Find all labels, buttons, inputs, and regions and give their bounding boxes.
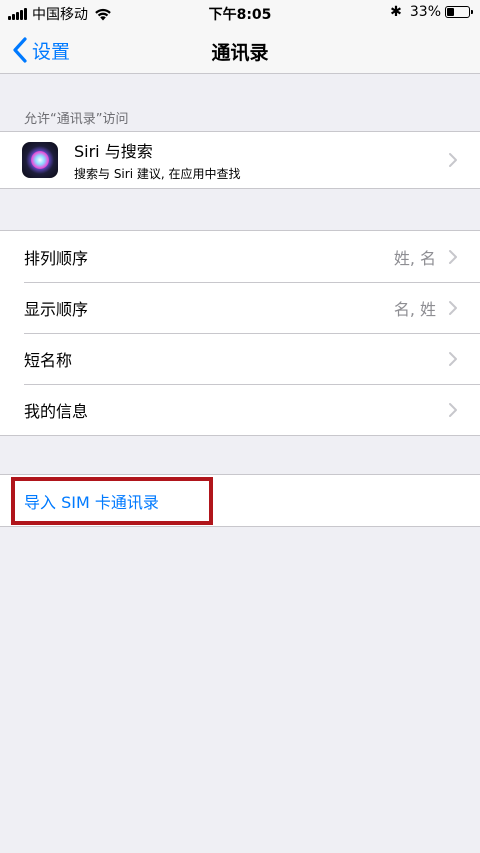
chevron-right-icon bbox=[449, 351, 457, 366]
siri-group: Siri 与搜索 搜索与 Siri 建议, 在应用中查找 bbox=[0, 131, 480, 189]
siri-row-subtitle: 搜索与 Siri 建议, 在应用中查找 bbox=[74, 167, 241, 181]
row-value: 姓, 名 bbox=[393, 248, 436, 268]
row-label: 排列顺序 bbox=[24, 248, 89, 268]
page-title: 通讯录 bbox=[211, 42, 269, 64]
siri-text: Siri 与搜索 搜索与 Siri 建议, 在应用中查找 bbox=[74, 138, 240, 182]
contacts-settings-group: 排列顺序 姓, 名 显示顺序 名, 姓 短名称 我的信息 bbox=[0, 230, 480, 436]
my-info-row[interactable]: 我的信息 bbox=[0, 384, 480, 435]
battery-fill bbox=[447, 8, 454, 16]
row-value: 名, 姓 bbox=[393, 299, 436, 319]
siri-search-row[interactable]: Siri 与搜索 搜索与 Siri 建议, 在应用中查找 bbox=[0, 132, 480, 188]
row-label: 我的信息 bbox=[24, 401, 89, 421]
row-label: 显示顺序 bbox=[24, 299, 89, 319]
navigation-bar: 设置 通讯录 bbox=[0, 26, 480, 74]
status-bar: 中国移动 下午8:05 ✱ 33% bbox=[0, 0, 480, 26]
short-name-row[interactable]: 短名称 bbox=[0, 333, 480, 384]
highlight-annotation bbox=[11, 477, 213, 525]
battery-percent: 33% bbox=[409, 4, 441, 20]
chevron-right-icon bbox=[449, 300, 457, 315]
section-header-access: 允许“通讯录”访问 bbox=[24, 112, 129, 127]
bluetooth-icon: ✱ bbox=[390, 4, 402, 20]
chevron-right-icon bbox=[449, 402, 457, 417]
row-label: 短名称 bbox=[24, 350, 73, 370]
display-order-row[interactable]: 显示顺序 名, 姓 bbox=[0, 282, 480, 333]
sort-order-row[interactable]: 排列顺序 姓, 名 bbox=[0, 231, 480, 282]
status-right: ✱ 33% bbox=[390, 4, 473, 20]
chevron-right-icon bbox=[449, 249, 457, 264]
siri-row-title: Siri 与搜索 bbox=[74, 142, 153, 161]
siri-icon bbox=[22, 142, 58, 178]
chevron-right-icon bbox=[449, 153, 457, 167]
battery-icon bbox=[445, 6, 473, 18]
